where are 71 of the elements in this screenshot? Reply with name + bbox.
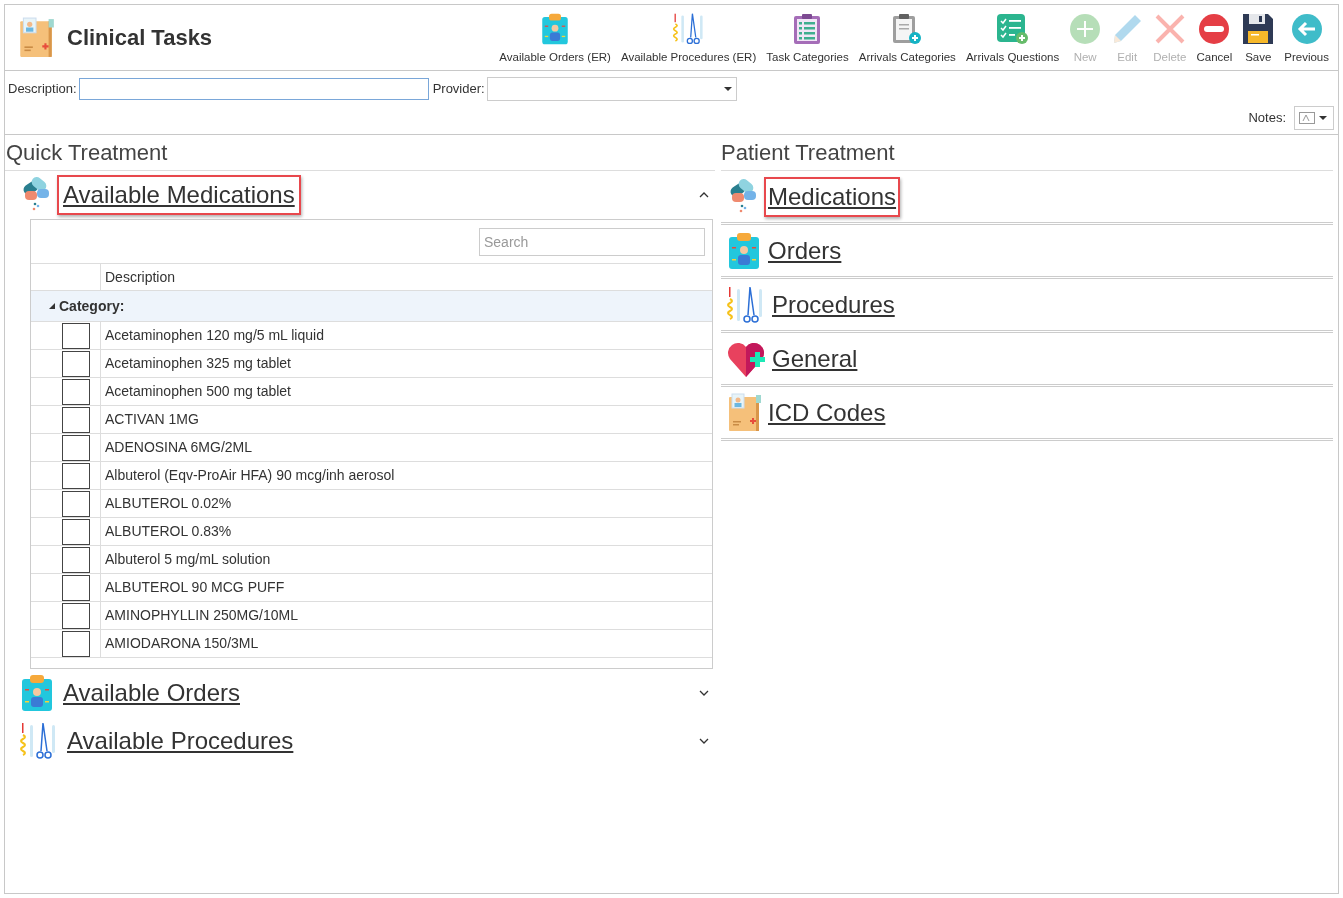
clipboard-plus-icon: [892, 12, 923, 45]
table-cell-text: ADENOSINA 6MG/2ML: [104, 438, 253, 457]
table-cell-text: Acetaminophen 500 mg tablet: [104, 382, 291, 401]
chevron-down-icon[interactable]: [699, 738, 709, 744]
clipboard-list-icon: [793, 12, 822, 45]
toolbar-button[interactable]: Save: [1237, 8, 1280, 70]
row-checkbox[interactable]: [62, 378, 90, 405]
section-link[interactable]: Available Medications: [57, 175, 301, 215]
chevron-down-icon[interactable]: [699, 690, 709, 696]
section-heading: Quick Treatment: [5, 135, 715, 171]
section-link[interactable]: Available Orders: [57, 673, 246, 713]
group-label: Category:: [59, 296, 125, 316]
toolbar-button[interactable]: Arrivals Categories: [853, 8, 961, 70]
table-cell-text: Acetaminophen 120 mg/5 mL liquid: [104, 326, 324, 345]
doctor-badge-icon: [19, 673, 55, 713]
treatment-link[interactable]: Procedures: [768, 284, 899, 325]
table-cell-text: Acetaminophen 325 mg tablet: [104, 354, 291, 373]
plus-circle-icon: [1069, 12, 1102, 45]
section-heading: Patient Treatment: [721, 135, 1333, 171]
description-label: Description:: [8, 80, 77, 99]
section-link[interactable]: Available Procedures: [61, 721, 300, 761]
treatment-link[interactable]: Orders: [764, 230, 846, 271]
table-cell-text: AMIODARONA 150/3ML: [104, 634, 259, 653]
row-checkbox[interactable]: [62, 630, 90, 657]
surgical-tools-icon: [671, 11, 706, 46]
row-checkbox[interactable]: [62, 350, 90, 377]
notes-format-dropdown[interactable]: [1294, 106, 1334, 130]
save-icon: [1242, 12, 1275, 45]
table-cell-text: Albuterol 5 mg/mL solution: [104, 550, 271, 569]
table-cell-text: AMINOPHYLLIN 250MG/10ML: [104, 606, 298, 625]
pencil-icon: [1111, 12, 1144, 45]
caret-icon: [1319, 116, 1327, 120]
treatment-link[interactable]: General: [768, 338, 862, 379]
toolbar-button[interactable]: Available Orders (ER): [494, 8, 616, 70]
medical-folder-icon: [726, 392, 762, 433]
table-cell-text: ACTIVAN 1MG: [104, 410, 199, 429]
close-icon: [1153, 12, 1186, 45]
table-cell-text: ALBUTEROL 0.02%: [104, 494, 232, 513]
toolbar-button[interactable]: Cancel: [1191, 8, 1238, 70]
text-format-icon: [1299, 112, 1315, 124]
collapse-triangle-icon[interactable]: [49, 303, 55, 309]
row-checkbox[interactable]: [62, 434, 90, 461]
row-checkbox[interactable]: [62, 546, 90, 573]
minus-circle-icon: [1198, 12, 1231, 45]
row-checkbox[interactable]: [62, 322, 90, 349]
table-cell-text: ALBUTEROL 0.83%: [104, 522, 232, 541]
caret-icon: [723, 87, 732, 91]
treatment-link[interactable]: Medications: [764, 176, 901, 217]
row-checkbox[interactable]: [62, 602, 90, 629]
doctor-badge-icon: [726, 230, 762, 271]
row-checkbox[interactable]: [62, 462, 90, 489]
notes-label: Notes:: [1248, 109, 1286, 128]
chevron-up-icon[interactable]: [699, 192, 709, 198]
description-field[interactable]: [78, 78, 429, 100]
column-header: Description: [104, 267, 176, 287]
medical-folder-icon: [17, 16, 55, 59]
row-checkbox[interactable]: [62, 406, 90, 433]
toolbar-button[interactable]: Arrivals Questions: [960, 8, 1065, 70]
row-checkbox[interactable]: [62, 574, 90, 601]
search-field[interactable]: Search: [479, 227, 705, 256]
app-title: Clinical Tasks: [67, 24, 213, 52]
toolbar-button[interactable]: Previous: [1279, 8, 1334, 70]
treatment-link[interactable]: ICD Codes: [764, 392, 890, 433]
row-checkbox[interactable]: [62, 518, 90, 545]
toolbar-button[interactable]: Available Procedures (ER): [615, 8, 762, 70]
toolbar-button[interactable]: Task Categories: [761, 8, 854, 70]
row-checkbox[interactable]: [62, 490, 90, 517]
table-cell-text: ALBUTEROL 90 MCG PUFF: [104, 578, 285, 597]
provider-label: Provider:: [432, 80, 485, 99]
checklist-plus-icon: [995, 12, 1030, 45]
table-cell-text: Albuterol (Eqv-ProAir HFA) 90 mcg/inh aerosol: [104, 466, 395, 485]
